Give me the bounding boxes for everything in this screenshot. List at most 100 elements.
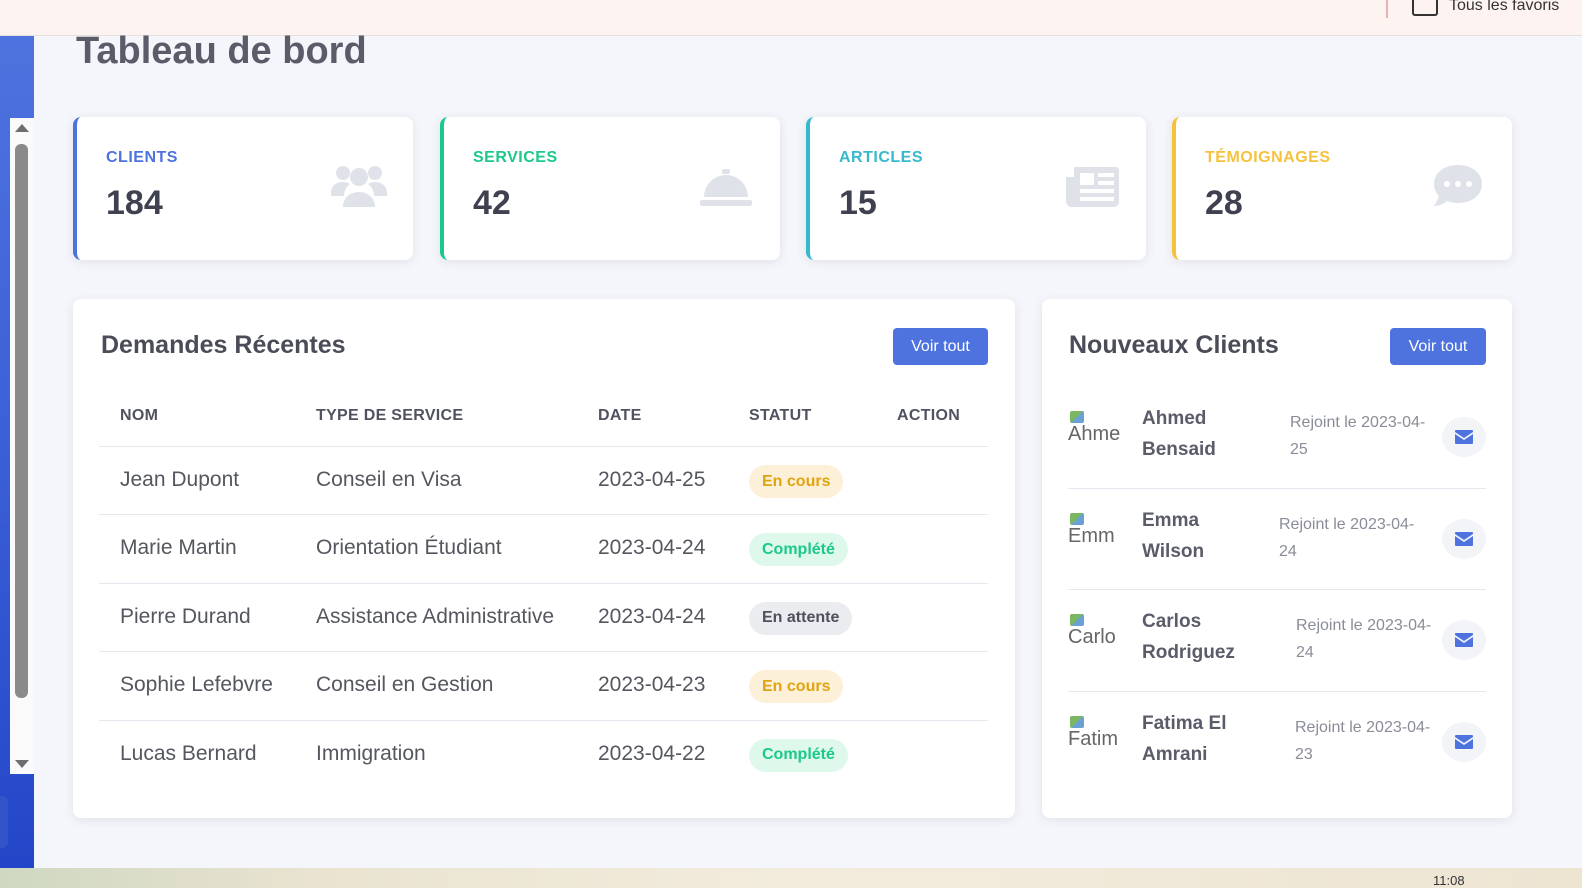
client-first-name: Emma xyxy=(1142,509,1200,531)
scroll-up-arrow-icon[interactable] xyxy=(15,124,29,132)
page-title: Tableau de bord xyxy=(76,30,367,72)
client-first-name: Ahmed xyxy=(1142,408,1207,429)
client-first-name: Carlos xyxy=(1142,611,1202,632)
client-list-item[interactable]: Fatim Fatima El Amrani Rejoint le 2023-04… xyxy=(1068,692,1486,794)
table-row[interactable]: Jean Dupont Conseil en Visa 2023-04-25 E… xyxy=(99,447,988,516)
client-name: Emma Wilson xyxy=(1142,505,1272,567)
cell-name: Marie Martin xyxy=(120,536,237,560)
status-badge: Complété xyxy=(749,738,848,772)
joined-line-2: 24 xyxy=(1279,542,1297,560)
column-header-status[interactable]: STATUT xyxy=(749,407,812,425)
joined-line-2: 23 xyxy=(1295,745,1313,763)
client-last-name: Bensaid xyxy=(1142,439,1216,460)
table-row[interactable]: Sophie Lefebvre Conseil en Gestion 2023-… xyxy=(99,652,988,721)
cell-service: Assistance Administrative xyxy=(316,604,555,628)
cell-service: Conseil en Visa xyxy=(316,468,462,491)
email-client-button[interactable] xyxy=(1442,620,1486,660)
taskbar-clock[interactable]: 11:08 xyxy=(1433,873,1465,888)
joined-line-1: Rejoint le 2023-04- xyxy=(1279,515,1415,533)
panel-title: Nouveaux Clients xyxy=(1069,331,1279,359)
client-last-name: Amrani xyxy=(1142,743,1208,765)
client-joined-date: Rejoint le 2023-04- 24 xyxy=(1279,511,1439,565)
stat-card-articles: ARTICLES 15 xyxy=(806,117,1146,260)
table-row[interactable]: Pierre Durand Assistance Administrative … xyxy=(99,584,988,653)
client-last-name: Rodriguez xyxy=(1142,642,1235,663)
joined-line-2: 24 xyxy=(1296,644,1314,661)
client-joined-date: Rejoint le 2023-04- 23 xyxy=(1295,714,1455,768)
cell-name: Jean Dupont xyxy=(120,468,240,491)
cell-service: Immigration xyxy=(316,741,426,765)
column-header-name[interactable]: NOM xyxy=(120,407,158,425)
client-name: Ahmed Bensaid xyxy=(1142,403,1272,465)
cell-date: 2023-04-22 xyxy=(598,741,706,765)
client-joined-date: Rejoint le 2023-04- 24 xyxy=(1296,612,1456,666)
cell-date: 2023-04-24 xyxy=(598,604,706,628)
joined-line-1: Rejoint le 2023-04- xyxy=(1296,617,1432,634)
stat-value: 15 xyxy=(839,184,877,222)
broken-image-icon xyxy=(1070,715,1084,728)
avatar: Carlo xyxy=(1068,614,1122,664)
cell-name: Lucas Bernard xyxy=(120,741,257,765)
status-badge: En cours xyxy=(749,465,844,498)
stat-value: 28 xyxy=(1205,184,1243,222)
envelope-icon xyxy=(1455,734,1473,749)
cell-name: Pierre Durand xyxy=(120,604,251,628)
sidebar-toggle-button[interactable] xyxy=(0,796,8,848)
avatar-alt-text: Fatim xyxy=(1068,727,1118,750)
broken-image-icon xyxy=(1070,411,1084,423)
scroll-down-arrow-icon[interactable] xyxy=(15,760,29,768)
column-header-action: ACTION xyxy=(897,407,961,424)
recent-requests-panel: Demandes Récentes Voir tout NOM TYPE DE … xyxy=(73,299,1015,818)
column-header-service[interactable]: TYPE DE SERVICE xyxy=(316,407,463,425)
avatar: Ahme xyxy=(1068,411,1122,461)
table-header: NOM TYPE DE SERVICE DATE STATUT ACTION xyxy=(99,389,988,447)
client-last-name: Wilson xyxy=(1142,540,1205,562)
joined-line-1: Rejoint le 2023-04- xyxy=(1295,718,1431,736)
stat-card-clients: CLIENTS 184 xyxy=(73,117,413,260)
bookmarks-separator xyxy=(1386,0,1388,18)
sidebar-scrollbar[interactable] xyxy=(10,118,34,774)
comment-dots-icon xyxy=(1430,163,1486,209)
stat-label: TÉMOIGNAGES xyxy=(1205,149,1331,166)
client-joined-date: Rejoint le 2023-04- 25 xyxy=(1290,409,1450,463)
taskbar: 11:08 xyxy=(0,868,1582,888)
email-client-button[interactable] xyxy=(1442,518,1486,559)
requests-table: NOM TYPE DE SERVICE DATE STATUT ACTION J… xyxy=(99,389,988,789)
cell-name: Sophie Lefebvre xyxy=(120,673,273,697)
stat-value: 42 xyxy=(473,184,511,222)
avatar: Fatim xyxy=(1068,715,1122,766)
email-client-button[interactable] xyxy=(1442,417,1486,457)
stat-label: SERVICES xyxy=(473,149,558,166)
cell-service: Conseil en Gestion xyxy=(316,673,494,697)
cell-date: 2023-04-24 xyxy=(598,536,706,560)
stat-label: ARTICLES xyxy=(839,149,923,166)
concierge-bell-icon xyxy=(698,163,754,209)
all-bookmarks-link[interactable]: Tous les favoris xyxy=(1449,0,1559,15)
new-clients-panel: Nouveaux Clients Voir tout Ahme Ahmed Ben… xyxy=(1042,299,1512,818)
envelope-icon xyxy=(1455,531,1473,546)
newspaper-icon xyxy=(1064,163,1120,209)
table-row[interactable]: Lucas Bernard Immigration 2023-04-22 Com… xyxy=(99,721,988,789)
client-list-item[interactable]: Emm Emma Wilson Rejoint le 2023-04- 24 xyxy=(1068,489,1486,590)
cell-date: 2023-04-23 xyxy=(598,673,706,697)
view-all-clients-button[interactable]: Voir tout xyxy=(1390,328,1486,365)
status-badge: En cours xyxy=(749,670,844,704)
panel-title: Demandes Récentes xyxy=(101,331,346,359)
client-list-item[interactable]: Carlo Carlos Rodriguez Rejoint le 2023-04… xyxy=(1068,590,1486,692)
avatar-alt-text: Carlo xyxy=(1068,626,1116,648)
joined-line-1: Rejoint le 2023-04- xyxy=(1290,414,1426,431)
folder-icon[interactable] xyxy=(1412,0,1438,16)
envelope-icon xyxy=(1455,430,1473,444)
view-all-requests-button[interactable]: Voir tout xyxy=(893,328,988,365)
table-row[interactable]: Marie Martin Orientation Étudiant 2023-0… xyxy=(99,515,988,584)
scrollbar-thumb[interactable] xyxy=(15,144,28,698)
cell-service: Orientation Étudiant xyxy=(316,536,502,560)
avatar-alt-text: Emm xyxy=(1068,524,1115,547)
broken-image-icon xyxy=(1070,512,1084,525)
status-badge: Complété xyxy=(749,533,848,567)
client-list-item[interactable]: Ahme Ahmed Bensaid Rejoint le 2023-04- 25 xyxy=(1068,387,1486,489)
column-header-date[interactable]: DATE xyxy=(598,407,642,425)
avatar: Emm xyxy=(1068,512,1122,563)
avatar-alt-text: Ahme xyxy=(1068,423,1121,445)
email-client-button[interactable] xyxy=(1442,721,1486,762)
